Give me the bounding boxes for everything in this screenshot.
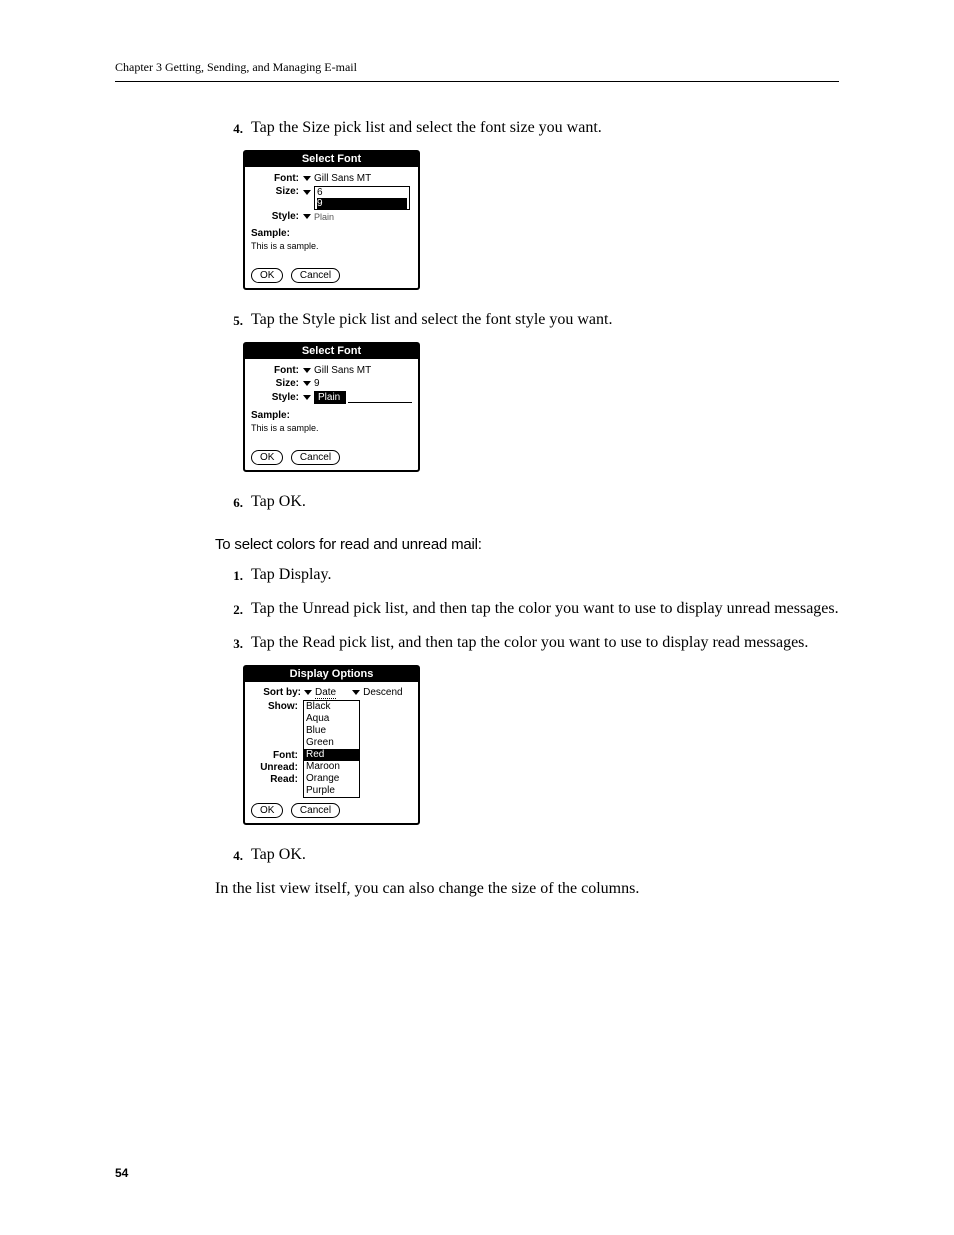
step-4: 4. Tap the Size pick list and select the… (215, 116, 839, 140)
dialog-title: Display Options (245, 667, 418, 682)
dropdown-arrow-icon[interactable] (303, 395, 311, 400)
font-value[interactable]: Gill Sans MT (314, 365, 371, 376)
section-heading: To select colors for read and unread mai… (215, 536, 839, 553)
dialog-title: Select Font (245, 152, 418, 167)
color-option[interactable]: Aqua (304, 713, 359, 725)
step-b1: 1. Tap Display. (215, 563, 839, 587)
step-number: 4. (215, 116, 251, 140)
page-number: 54 (115, 1166, 128, 1180)
color-option[interactable]: Maroon (304, 761, 359, 773)
step-5: 5. Tap the Style pick list and select th… (215, 308, 839, 332)
step-b4: 4. Tap OK. (215, 843, 839, 867)
unread-label: Unread: (251, 762, 301, 773)
step-text: Tap the Style pick list and select the f… (251, 308, 839, 332)
display-options-dialog: Display Options Sort by: Date Descend Sh… (243, 665, 420, 825)
closing-note: In the list view itself, you can also ch… (215, 877, 839, 901)
step-b3: 3. Tap the Read pick list, and then tap … (215, 631, 839, 655)
step-text: Tap the Unread pick list, and then tap t… (251, 597, 839, 621)
sample-label: Sample: (251, 410, 412, 421)
select-font-dialog-2: Select Font Font: Gill Sans MT Size: 9 S… (243, 342, 420, 472)
ok-button[interactable]: OK (251, 450, 283, 465)
font-label: Font: (251, 750, 301, 761)
ok-button[interactable]: OK (251, 803, 283, 818)
order-value[interactable]: Descend (363, 687, 402, 698)
step-text: Tap Display. (251, 563, 839, 587)
color-option[interactable]: Blue (304, 725, 359, 737)
size-value[interactable]: 9 (314, 378, 320, 389)
dropdown-arrow-icon[interactable] (303, 190, 311, 195)
dropdown-arrow-icon[interactable] (303, 381, 311, 386)
step-number: 3. (215, 631, 251, 655)
color-option[interactable]: Purple (304, 785, 359, 797)
style-value[interactable]: Plain (314, 212, 334, 222)
select-font-dialog-1: Select Font Font: Gill Sans MT Size: 6 9 (243, 150, 420, 290)
font-label: Font: (251, 173, 303, 184)
size-dropdown-list[interactable]: 6 9 (314, 186, 410, 210)
step-6: 6. Tap OK. (215, 490, 839, 514)
sample-text: This is a sample. (251, 423, 412, 433)
style-label: Style: (251, 392, 303, 403)
color-option[interactable]: Green (304, 737, 359, 749)
dropdown-arrow-icon[interactable] (304, 690, 312, 695)
style-label: Style: (251, 211, 303, 222)
step-text: Tap the Read pick list, and then tap the… (251, 631, 839, 655)
sortby-value[interactable]: Date (315, 687, 336, 699)
step-text: Tap OK. (251, 843, 839, 867)
step-text: Tap OK. (251, 490, 839, 514)
ok-button[interactable]: OK (251, 268, 283, 283)
size-option[interactable]: 6 (317, 187, 407, 198)
font-label: Font: (251, 365, 303, 376)
step-text: Tap the Size pick list and select the fo… (251, 116, 839, 140)
color-list[interactable]: Black Aqua Blue Green Red Maroon Orange … (303, 700, 360, 798)
dropdown-arrow-icon[interactable] (303, 176, 311, 181)
size-label: Size: (251, 378, 303, 389)
color-option[interactable]: Black (304, 701, 359, 713)
font-value[interactable]: Gill Sans MT (314, 173, 371, 184)
cancel-button[interactable]: Cancel (291, 803, 340, 818)
dialog-title: Select Font (245, 344, 418, 359)
step-b2: 2. Tap the Unread pick list, and then ta… (215, 597, 839, 621)
dropdown-arrow-icon[interactable] (352, 690, 360, 695)
size-label: Size: (251, 186, 303, 197)
dropdown-arrow-icon[interactable] (303, 214, 311, 219)
step-number: 5. (215, 308, 251, 332)
color-option-selected[interactable]: Red (304, 749, 359, 761)
sortby-label: Sort by: (251, 687, 304, 698)
step-number: 4. (215, 843, 251, 867)
running-header: Chapter 3 Getting, Sending, and Managing… (115, 60, 839, 82)
read-label: Read: (251, 774, 301, 785)
style-value-selected[interactable]: Plain (314, 391, 346, 404)
step-number: 6. (215, 490, 251, 514)
color-option[interactable]: Orange (304, 773, 359, 785)
dropdown-arrow-icon[interactable] (303, 368, 311, 373)
cancel-button[interactable]: Cancel (291, 268, 340, 283)
size-option-selected[interactable]: 9 (317, 198, 407, 209)
sample-text: This is a sample. (251, 241, 412, 251)
cancel-button[interactable]: Cancel (291, 450, 340, 465)
sample-label: Sample: (251, 228, 412, 239)
step-number: 1. (215, 563, 251, 587)
step-number: 2. (215, 597, 251, 621)
show-label: Show: (251, 701, 301, 712)
